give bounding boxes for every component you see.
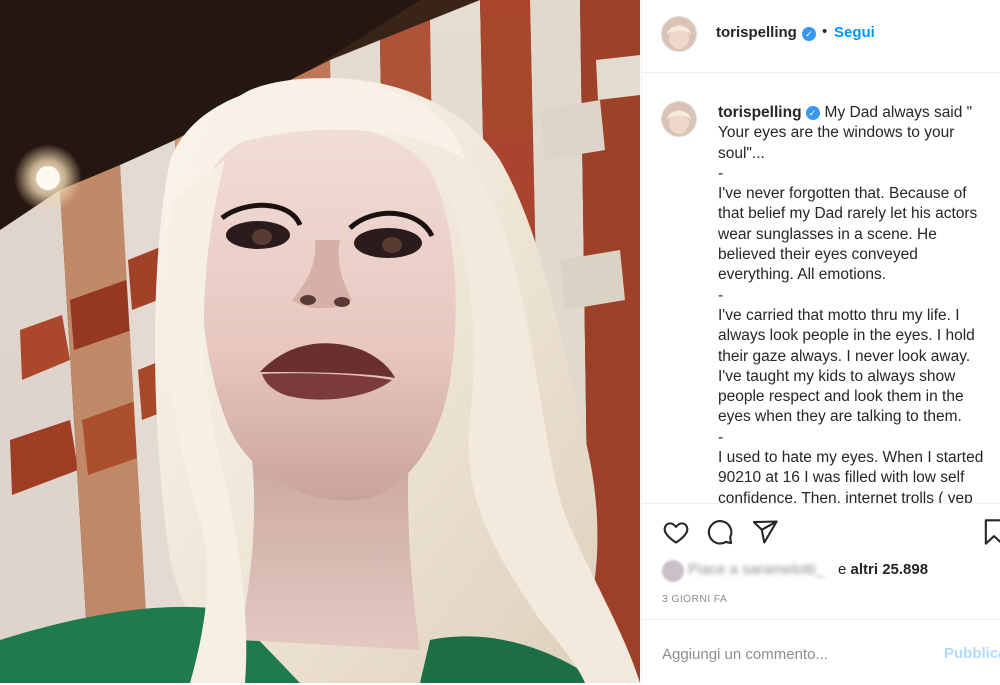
likes-count[interactable]: e altri 25.898: [838, 561, 928, 578]
likes-count-text: altri 25.898: [850, 561, 929, 578]
post-timestamp[interactable]: 3 GIORNI FA: [662, 593, 727, 605]
post-header: torispelling ✓ • Segui: [642, 0, 1000, 73]
caption-username[interactable]: torispelling: [718, 104, 802, 121]
publish-button[interactable]: Pubblica: [944, 645, 1000, 662]
liked-by-text[interactable]: Piace a saramelotti_: [688, 561, 824, 578]
separator-dot: •: [822, 23, 828, 40]
caption-avatar[interactable]: [661, 101, 697, 137]
selfie-image: [0, 0, 640, 683]
liker-avatar[interactable]: [662, 560, 684, 582]
verified-badge-icon: ✓: [805, 106, 820, 120]
comment-box: Pubblica: [642, 619, 1000, 685]
share-icon[interactable]: [751, 518, 779, 551]
post-actions: Piace a saramelotti_ e altri 25.898 3 GI…: [642, 503, 1000, 684]
comment-icon[interactable]: [706, 518, 734, 551]
verified-badge-icon: ✓: [802, 27, 816, 41]
heart-icon[interactable]: [662, 518, 690, 551]
author-avatar[interactable]: [661, 16, 697, 52]
post-photo[interactable]: [0, 0, 640, 683]
author-username[interactable]: torispelling: [716, 24, 797, 41]
likes-count-prefix: e: [838, 561, 847, 578]
caption-text-block: torispelling ✓ My Dad always said " Your e…: [718, 103, 994, 503]
comment-input[interactable]: [660, 642, 914, 666]
caption-text: My Dad always said " Your eyes are the w…: [718, 104, 984, 503]
post-side-panel: torispelling ✓ • Segui torispelling ✓ My D…: [641, 0, 1000, 683]
caption-section: torispelling ✓ My Dad always said " Your e…: [642, 73, 1000, 503]
bookmark-icon[interactable]: [980, 518, 1000, 551]
follow-button[interactable]: Segui: [834, 24, 875, 41]
